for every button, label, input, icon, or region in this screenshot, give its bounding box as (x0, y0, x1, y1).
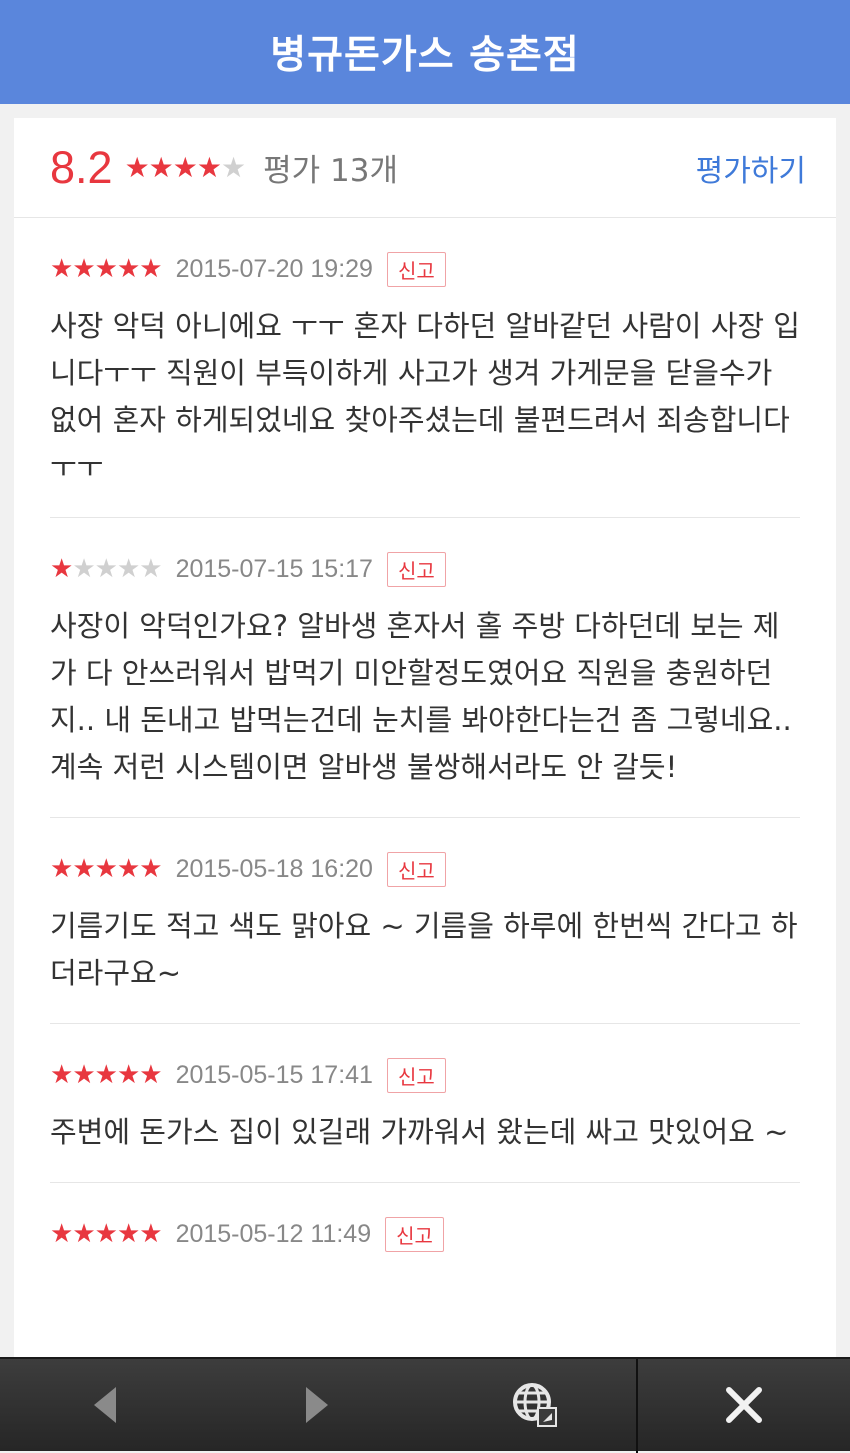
forward-arrow-icon (306, 1387, 328, 1423)
star-filled-icon: ★ (124, 151, 150, 184)
star-filled-icon: ★ (72, 854, 95, 884)
star-empty-icon: ★ (72, 554, 95, 584)
review-item: ★★★★★ 2015-07-20 19:29 신고 사장 악덕 아니에요 ㅜㅜ … (50, 218, 800, 518)
average-star-rating: ★★★★★ (124, 151, 247, 184)
star-filled-icon: ★ (94, 854, 118, 884)
review-date: 2015-07-15 15:17 (175, 554, 373, 583)
review-count: 평가 13개 (263, 153, 398, 189)
star-filled-icon: ★ (94, 1060, 118, 1090)
review-item: ★★★★★ 2015-05-18 16:20 신고 기름기도 적고 색도 맑아요… (50, 818, 800, 1024)
star-filled-icon: ★ (94, 254, 118, 284)
review-text: 주변에 돈가스 집이 있길래 가까워서 왔는데 싸고 맛있어요 ~ (50, 1115, 789, 1149)
average-score: 8.2 (50, 141, 113, 193)
close-button[interactable] (698, 1359, 790, 1451)
report-button[interactable]: 신고 (386, 1057, 446, 1093)
review-star-rating: ★★★★★ (50, 1219, 163, 1249)
back-button[interactable] (60, 1359, 150, 1451)
report-button[interactable]: 신고 (386, 551, 446, 587)
toolbar-divider (636, 1359, 638, 1453)
review-star-rating: ★★★★★ (50, 554, 163, 584)
star-filled-icon: ★ (116, 1060, 140, 1090)
close-icon (726, 1387, 762, 1423)
report-button[interactable]: 신고 (385, 1216, 444, 1252)
star-filled-icon: ★ (94, 1219, 118, 1249)
review-item: ★★★★★ 2015-05-12 11:49 신고 (50, 1183, 800, 1294)
star-filled-icon: ★ (50, 254, 73, 284)
star-filled-icon: ★ (196, 151, 222, 184)
review-star-rating: ★★★★★ (50, 254, 163, 284)
review-date: 2015-05-15 17:41 (175, 1060, 373, 1089)
review-star-rating: ★★★★★ (50, 1060, 163, 1090)
report-button[interactable]: 신고 (386, 251, 446, 287)
page-title: 병규돈가스 송촌점 (270, 33, 580, 78)
forward-button[interactable] (272, 1359, 362, 1451)
star-filled-icon: ★ (116, 254, 140, 284)
star-filled-icon: ★ (139, 1219, 162, 1249)
rate-button[interactable]: 평가하기 (696, 146, 806, 190)
star-filled-icon: ★ (139, 254, 162, 284)
star-filled-icon: ★ (50, 1060, 73, 1090)
star-empty-icon: ★ (94, 554, 118, 584)
review-text: 사장 악덕 아니에요 ㅜㅜ 혼자 다하던 알바같던 사람이 사장 입니다ㅜㅜ 직… (50, 309, 800, 484)
star-filled-icon: ★ (148, 151, 174, 184)
star-filled-icon: ★ (139, 1060, 162, 1090)
star-filled-icon: ★ (172, 151, 198, 184)
review-date: 2015-05-18 16:20 (175, 854, 373, 883)
app-header: 병규돈가스 송촌점 (0, 0, 850, 104)
star-filled-icon: ★ (50, 1219, 73, 1249)
report-button[interactable]: 신고 (386, 851, 446, 887)
review-text: 기름기도 적고 색도 맑아요 ~ 기름을 하루에 한번씩 간다고 하더라구요~ (50, 909, 798, 990)
star-filled-icon: ★ (72, 1219, 95, 1249)
rating-summary: 8.2 ★★★★★ 평가 13개 평가하기 (14, 118, 836, 218)
review-card: 8.2 ★★★★★ 평가 13개 평가하기 ★★★★★ 2015-07-20 1… (14, 118, 836, 1358)
review-date: 2015-07-20 19:29 (175, 254, 373, 283)
star-filled-icon: ★ (72, 1060, 95, 1090)
star-filled-icon: ★ (116, 854, 140, 884)
star-empty-icon: ★ (116, 554, 140, 584)
web-browser-icon (513, 1383, 557, 1427)
open-in-browser-button[interactable] (490, 1359, 580, 1451)
star-empty-icon: ★ (139, 554, 162, 584)
star-filled-icon: ★ (50, 854, 73, 884)
star-empty-icon: ★ (221, 151, 246, 184)
review-date: 2015-05-12 11:49 (175, 1219, 372, 1248)
review-item: ★★★★★ 2015-05-15 17:41 신고 주변에 돈가스 집이 있길래… (50, 1024, 800, 1183)
browser-toolbar (0, 1357, 850, 1453)
review-item: ★★★★★ 2015-07-15 15:17 신고 사장이 악덕인가요? 알바생… (50, 518, 800, 818)
star-filled-icon: ★ (139, 854, 162, 884)
review-star-rating: ★★★★★ (50, 854, 163, 884)
star-filled-icon: ★ (116, 1219, 140, 1249)
review-list: ★★★★★ 2015-07-20 19:29 신고 사장 악덕 아니에요 ㅜㅜ … (14, 218, 836, 1294)
star-filled-icon: ★ (72, 254, 95, 284)
review-text: 사장이 악덕인가요? 알바생 혼자서 홀 주방 다하던데 보는 제가 다 안쓰러… (50, 609, 792, 784)
back-arrow-icon (94, 1387, 116, 1423)
star-filled-icon: ★ (50, 554, 73, 584)
